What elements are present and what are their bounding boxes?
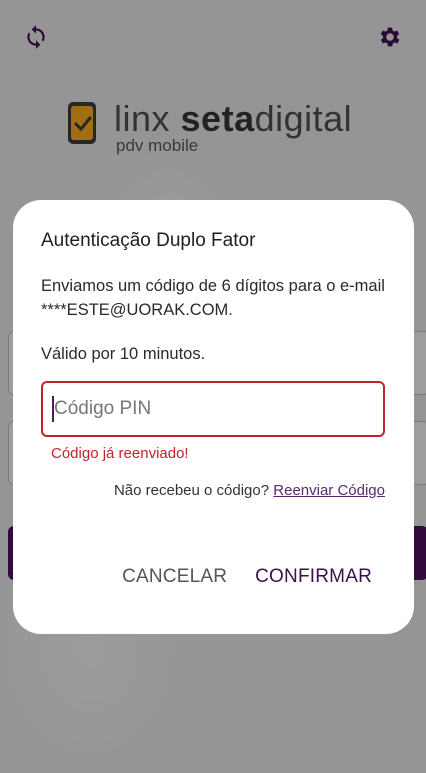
pin-input[interactable] (54, 398, 354, 420)
resend-prompt: Não recebeu o código? (113, 482, 270, 499)
pin-field[interactable] (41, 381, 385, 437)
resend-row: Não recebeu o código? Reenviar Código (114, 482, 385, 499)
confirm-button[interactable]: CONFIRMAR (255, 566, 372, 588)
dialog-actions: CANCELAR CONFIRMAR (122, 566, 372, 588)
resend-code-link[interactable]: Reenviar Código (273, 482, 385, 499)
dialog-title: Autenticação Duplo Fator (41, 230, 256, 251)
dialog-message: Enviamos um código de 6 dígitos para o e… (41, 277, 385, 319)
error-message: Código já reenviado! (51, 445, 189, 462)
validity-text: Válido por 10 minutos. (41, 345, 206, 363)
two-factor-dialog: Autenticação Duplo Fator Enviamos um cód… (13, 200, 414, 634)
cancel-button[interactable]: CANCELAR (122, 566, 227, 588)
